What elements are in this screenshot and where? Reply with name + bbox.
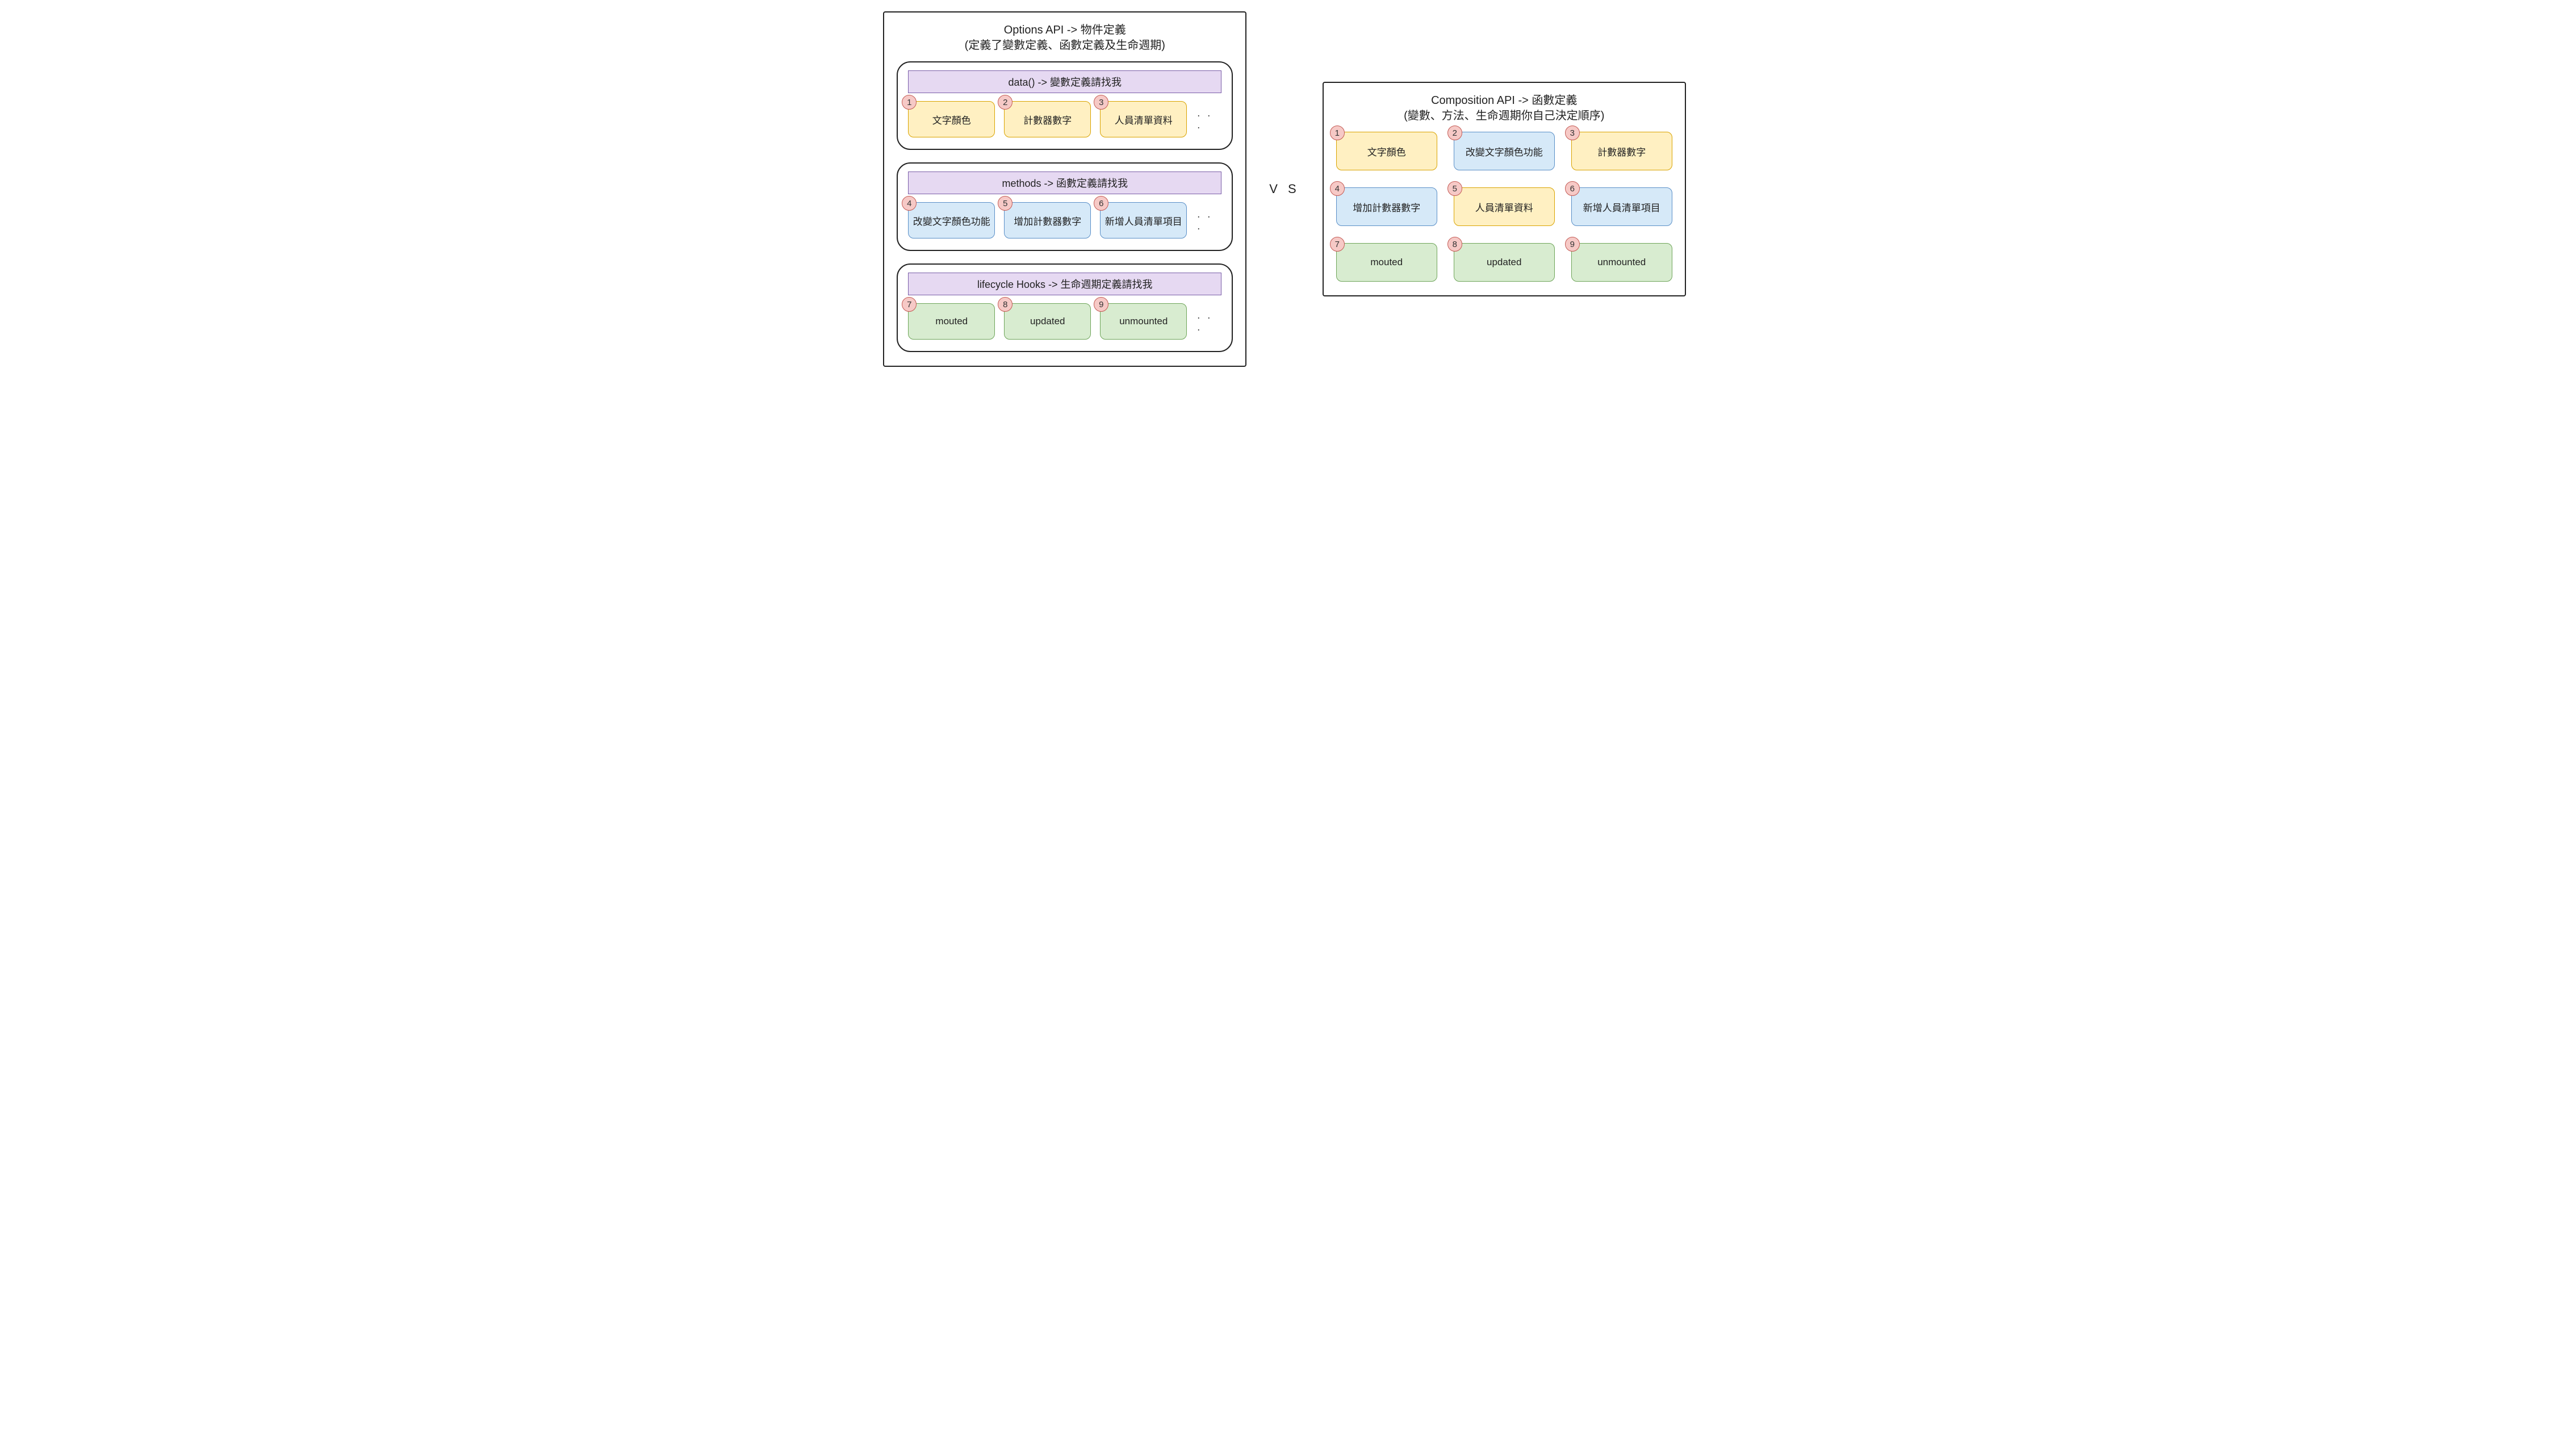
composition-item: 7 mouted xyxy=(1336,243,1437,282)
item-badge: 7 xyxy=(902,297,917,312)
item-label: 改變文字顏色功能 xyxy=(1466,144,1543,158)
item-badge: 9 xyxy=(1565,237,1580,252)
item-label: mouted xyxy=(935,316,968,327)
options-api-panel: Options API -> 物件定義 (定義了變數定義、函數定義及生命週期) … xyxy=(883,11,1246,367)
data-section: data() -> 變數定義請找我 1 文字顏色 2 計數器數字 3 人員清單資… xyxy=(897,61,1233,150)
data-item: 1 文字顏色 xyxy=(908,101,995,137)
item-badge: 3 xyxy=(1565,125,1580,140)
item-label: unmounted xyxy=(1119,316,1168,327)
item-badge: 2 xyxy=(998,95,1012,110)
composition-item: 3 計數器數字 xyxy=(1571,132,1672,170)
composition-item: 1 文字顏色 xyxy=(1336,132,1437,170)
item-badge: 7 xyxy=(1330,237,1345,252)
item-label: updated xyxy=(1487,257,1521,268)
methods-section: methods -> 函數定義請找我 4 改變文字顏色功能 5 增加計數器數字 … xyxy=(897,162,1233,251)
composition-api-panel: Composition API -> 函數定義 (變數、方法、生命週期你自己決定… xyxy=(1323,82,1686,296)
composition-item: 4 增加計數器數字 xyxy=(1336,187,1437,226)
item-label: mouted xyxy=(1370,257,1403,268)
item-badge: 8 xyxy=(1447,237,1462,252)
item-badge: 1 xyxy=(902,95,917,110)
lifecycle-item: 8 updated xyxy=(1004,303,1091,340)
lifecycle-item: 9 unmounted xyxy=(1100,303,1187,340)
item-label: 增加計數器數字 xyxy=(1014,214,1081,228)
item-label: 改變文字顏色功能 xyxy=(913,214,990,228)
item-badge: 6 xyxy=(1094,196,1108,211)
composition-item: 2 改變文字顏色功能 xyxy=(1454,132,1555,170)
options-api-title: Options API -> 物件定義 (定義了變數定義、函數定義及生命週期) xyxy=(897,23,1233,53)
item-badge: 3 xyxy=(1094,95,1108,110)
item-badge: 9 xyxy=(1094,297,1108,312)
composition-api-title-line2: (變數、方法、生命週期你自己決定順序) xyxy=(1336,108,1672,124)
item-badge: 1 xyxy=(1330,125,1345,140)
item-label: 文字顏色 xyxy=(932,112,971,127)
methods-item: 6 新增人員清單項目 xyxy=(1100,202,1187,239)
item-badge: 6 xyxy=(1565,181,1580,196)
item-badge: 5 xyxy=(998,196,1012,211)
item-badge: 8 xyxy=(998,297,1012,312)
item-label: 人員清單資料 xyxy=(1115,112,1173,127)
lifecycle-items-row: 7 mouted 8 updated 9 unmounted . . . xyxy=(908,303,1221,340)
item-label: 增加計數器數字 xyxy=(1353,200,1420,214)
methods-section-header: methods -> 函數定義請找我 xyxy=(908,171,1221,194)
composition-row: 1 文字顏色 2 改變文字顏色功能 3 計數器數字 xyxy=(1336,132,1672,170)
composition-item: 8 updated xyxy=(1454,243,1555,282)
diagram-canvas: Options API -> 物件定義 (定義了變數定義、函數定義及生命週期) … xyxy=(11,11,2558,367)
ellipsis-icon: . . . xyxy=(1196,208,1221,232)
item-label: 計數器數字 xyxy=(1023,112,1072,127)
data-section-header: data() -> 變數定義請找我 xyxy=(908,70,1221,93)
options-api-title-line1: Options API -> 物件定義 xyxy=(1004,24,1126,36)
composition-row: 7 mouted 8 updated 9 unmounted xyxy=(1336,243,1672,282)
ellipsis-icon: . . . xyxy=(1196,107,1221,131)
data-item: 3 人員清單資料 xyxy=(1100,101,1187,137)
lifecycle-section-header: lifecycle Hooks -> 生命週期定義請找我 xyxy=(908,273,1221,295)
item-label: unmounted xyxy=(1597,257,1646,268)
item-badge: 5 xyxy=(1447,181,1462,196)
lifecycle-section: lifecycle Hooks -> 生命週期定義請找我 7 mouted 8 … xyxy=(897,263,1233,352)
item-label: 新增人員清單項目 xyxy=(1105,214,1182,228)
ellipsis-icon: . . . xyxy=(1196,309,1221,333)
methods-item: 5 增加計數器數字 xyxy=(1004,202,1091,239)
item-badge: 4 xyxy=(902,196,917,211)
methods-item: 4 改變文字顏色功能 xyxy=(908,202,995,239)
composition-api-title: Composition API -> 函數定義 (變數、方法、生命週期你自己決定… xyxy=(1336,93,1672,124)
data-item: 2 計數器數字 xyxy=(1004,101,1091,137)
composition-row: 4 增加計數器數字 5 人員清單資料 6 新增人員清單項目 xyxy=(1336,187,1672,226)
item-badge: 4 xyxy=(1330,181,1345,196)
data-items-row: 1 文字顏色 2 計數器數字 3 人員清單資料 . . . xyxy=(908,101,1221,137)
composition-item: 6 新增人員清單項目 xyxy=(1571,187,1672,226)
item-badge: 2 xyxy=(1447,125,1462,140)
composition-item: 5 人員清單資料 xyxy=(1454,187,1555,226)
composition-api-title-line1: Composition API -> 函數定義 xyxy=(1431,94,1577,107)
lifecycle-item: 7 mouted xyxy=(908,303,995,340)
item-label: 人員清單資料 xyxy=(1475,200,1533,214)
methods-items-row: 4 改變文字顏色功能 5 增加計數器數字 6 新增人員清單項目 . . . xyxy=(908,202,1221,239)
vs-separator: V S xyxy=(1269,182,1299,196)
composition-item: 9 unmounted xyxy=(1571,243,1672,282)
item-label: 新增人員清單項目 xyxy=(1583,200,1660,214)
item-label: 計數器數字 xyxy=(1597,144,1646,158)
item-label: updated xyxy=(1030,316,1065,327)
item-label: 文字顏色 xyxy=(1367,144,1406,158)
options-api-title-line2: (定義了變數定義、函數定義及生命週期) xyxy=(897,38,1233,53)
